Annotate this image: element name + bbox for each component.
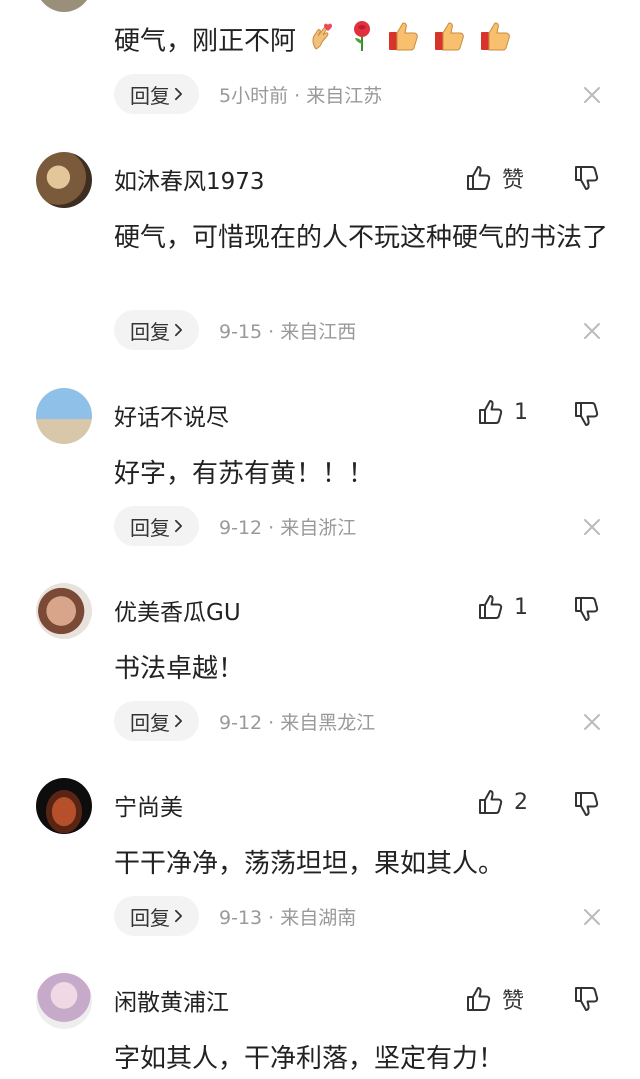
- comment-text: 硬气，刚正不阿: [114, 20, 614, 64]
- rose-emoji: [349, 20, 375, 64]
- chevron-right-icon: [174, 909, 183, 923]
- username[interactable]: 优美香瓜GU: [114, 593, 241, 627]
- like-button[interactable]: 2: [476, 788, 528, 816]
- chevron-right-icon: [174, 714, 183, 728]
- separator: ·: [268, 516, 275, 539]
- like-count: 赞: [502, 168, 525, 193]
- comment-time: 9-13: [219, 906, 263, 929]
- separator: ·: [268, 320, 275, 343]
- separator: ·: [268, 711, 275, 734]
- reply-label: 回复: [130, 319, 170, 344]
- comment-location: 来自江西: [280, 320, 357, 343]
- thumbs-up-emoji: [433, 20, 467, 64]
- reply-label: 回复: [130, 83, 170, 108]
- comment-meta: 回复 9-15 · 来自江西: [114, 310, 356, 350]
- thumbs-up-icon: [476, 398, 504, 426]
- comment-time: 9-12: [219, 711, 263, 734]
- like-count: 1: [514, 399, 528, 425]
- separator: ·: [268, 906, 275, 929]
- comment-time: 9-15: [219, 320, 263, 343]
- thumbs-up-icon: [476, 788, 504, 816]
- comment-location: 来自浙江: [280, 516, 357, 539]
- thumbs-up-icon: [476, 593, 504, 621]
- comment-meta: 回复 9-12 · 来自黑龙江: [114, 701, 375, 741]
- like-count: 2: [514, 789, 528, 815]
- reply-label: 回复: [130, 710, 170, 735]
- comment-location: 来自湖南: [280, 906, 357, 929]
- thumbs-down-icon[interactable]: [572, 790, 600, 818]
- thumbs-down-icon[interactable]: [572, 985, 600, 1013]
- username[interactable]: 闲散黄浦江: [114, 983, 229, 1017]
- chevron-right-icon: [174, 87, 183, 101]
- like-button[interactable]: 1: [476, 593, 528, 621]
- avatar[interactable]: [36, 778, 92, 834]
- thumbs-up-emoji: [479, 20, 513, 64]
- comment-meta: 回复 9-13 · 来自湖南: [114, 896, 356, 936]
- close-icon[interactable]: [582, 85, 602, 105]
- comment-location: 来自黑龙江: [280, 711, 376, 734]
- chevron-right-icon: [174, 519, 183, 533]
- thumbs-down-icon[interactable]: [572, 400, 600, 428]
- close-icon[interactable]: [582, 517, 602, 537]
- comment-location: 来自江苏: [306, 84, 383, 107]
- thumbs-up-emoji: [387, 20, 421, 64]
- comment-time: 9-12: [219, 516, 263, 539]
- thumbs-down-icon[interactable]: [572, 595, 600, 623]
- close-icon[interactable]: [582, 907, 602, 927]
- reply-label: 回复: [130, 905, 170, 930]
- comment-time-location: 9-12 · 来自浙江: [219, 513, 356, 540]
- comment-time-location: 9-12 · 来自黑龙江: [219, 708, 375, 735]
- username[interactable]: 好话不说尽: [114, 398, 229, 432]
- reply-label: 回复: [130, 515, 170, 540]
- like-button[interactable]: 赞: [464, 162, 524, 194]
- avatar[interactable]: [36, 388, 92, 444]
- like-count: 1: [514, 594, 528, 620]
- comment-text: 硬气，可惜现在的人不玩这种硬气的书法了: [114, 223, 609, 253]
- comment-text: 字如其人，干净利落，坚定有力！: [114, 1044, 505, 1074]
- like-button[interactable]: 赞: [464, 983, 524, 1015]
- avatar[interactable]: [36, 583, 92, 639]
- comment-time-location: 9-15 · 来自江西: [219, 317, 356, 344]
- reply-button[interactable]: 回复: [114, 701, 199, 741]
- reply-button[interactable]: 回复: [114, 506, 199, 546]
- comment-text-content: 硬气，刚正不阿: [114, 26, 297, 57]
- comment-text: 好字，有苏有黄！！！: [114, 459, 375, 489]
- like-button[interactable]: 1: [476, 398, 528, 426]
- thumbs-up-icon: [464, 164, 492, 192]
- username[interactable]: 宁尚美: [114, 788, 183, 822]
- comment-time-location: 9-13 · 来自湖南: [219, 903, 356, 930]
- like-count: 赞: [502, 989, 525, 1014]
- reply-button[interactable]: 回复: [114, 74, 199, 114]
- close-icon[interactable]: [582, 321, 602, 341]
- comment-text: 书法卓越！: [114, 654, 245, 684]
- chevron-right-icon: [174, 323, 183, 337]
- thumbs-down-icon[interactable]: [572, 164, 600, 192]
- comment-meta: 回复 5小时前 · 来自江苏: [114, 74, 382, 114]
- separator: ·: [294, 84, 301, 107]
- comment-time: 5小时前: [219, 84, 289, 107]
- avatar[interactable]: [36, 973, 92, 1029]
- thumbs-up-icon: [464, 985, 492, 1013]
- close-icon[interactable]: [582, 712, 602, 732]
- comment-meta: 回复 9-12 · 来自浙江: [114, 506, 356, 546]
- reply-button[interactable]: 回复: [114, 896, 199, 936]
- comment-time-location: 5小时前 · 来自江苏: [219, 81, 382, 108]
- avatar[interactable]: [36, 0, 92, 12]
- reply-button[interactable]: 回复: [114, 310, 199, 350]
- hand-heart-emoji: [308, 21, 336, 63]
- avatar[interactable]: [36, 152, 92, 208]
- username[interactable]: 如沐春风1973: [114, 162, 265, 196]
- comment-text: 干干净净，荡荡坦坦，果如其人。: [114, 849, 505, 879]
